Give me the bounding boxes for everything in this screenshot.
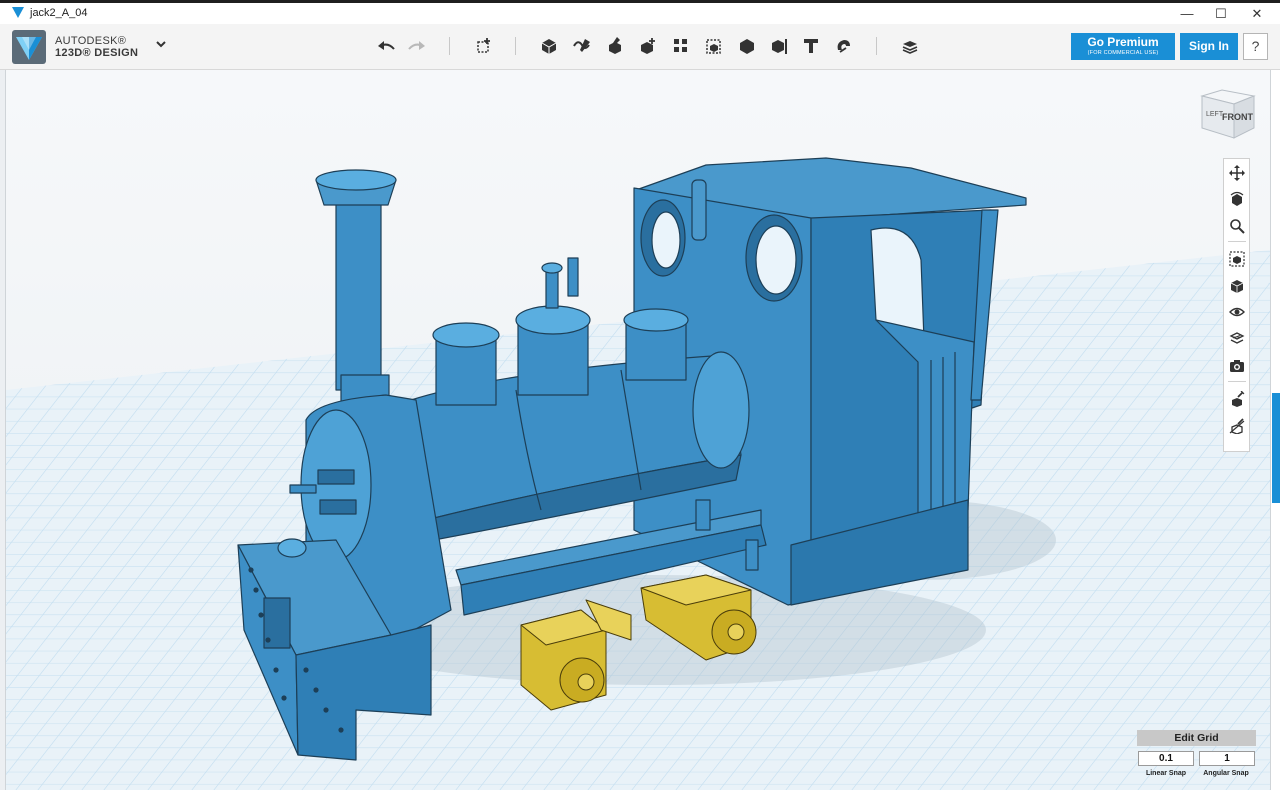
edit-grid-button[interactable]: Edit Grid <box>1137 730 1256 746</box>
modify-button[interactable] <box>635 33 661 59</box>
text-icon <box>804 39 818 53</box>
app-logo-icon <box>12 7 24 18</box>
go-premium-label: Go Premium <box>1087 35 1159 49</box>
snap-icon <box>837 40 850 53</box>
chevron-down-icon[interactable] <box>155 38 167 50</box>
frame-post <box>695 499 711 531</box>
eye-icon <box>1229 307 1245 317</box>
redo-button[interactable] <box>404 33 430 59</box>
maximize-button[interactable]: ☐ <box>1206 5 1236 23</box>
window-title: jack2_A_04 <box>30 7 88 19</box>
viewcube-front-label: FRONT <box>1222 112 1253 122</box>
sketch-button[interactable] <box>569 33 595 59</box>
close-button[interactable]: ✕ <box>1242 5 1272 23</box>
cab-window-left-glass <box>651 211 681 269</box>
cab-window-right-glass <box>755 225 797 295</box>
measure-button[interactable] <box>767 33 793 59</box>
zoom-button[interactable] <box>1227 216 1247 236</box>
orbit-icon <box>1230 191 1244 206</box>
door-hinge-upper <box>317 469 355 485</box>
fit-icon <box>1229 251 1245 267</box>
brand-line2: 123D® DESIGN <box>55 47 139 59</box>
text-button[interactable] <box>798 33 824 59</box>
screenshot-button[interactable] <box>1227 356 1247 376</box>
sign-in-button[interactable]: Sign In <box>1180 33 1238 60</box>
cab-handle <box>691 179 707 241</box>
construct-icon <box>609 37 621 54</box>
material-view-icon <box>1229 332 1245 344</box>
linear-snap-label: Linear Snap <box>1145 770 1187 777</box>
app-menu-logo-icon[interactable] <box>12 30 46 64</box>
wand-off-icon <box>1229 418 1245 434</box>
whistle <box>567 257 579 297</box>
main-toolbar: AUTODESK® 123D® DESIGN Go Premium (FOR C… <box>0 24 1280 70</box>
pattern-button[interactable] <box>668 33 694 59</box>
visibility-button[interactable] <box>1227 302 1247 322</box>
scene-canvas <box>6 70 1270 790</box>
views-icon <box>1230 280 1244 293</box>
angular-snap-field[interactable]: 1 <box>1199 751 1255 766</box>
grouping-icon <box>706 39 721 54</box>
primitives-button[interactable] <box>536 33 562 59</box>
door-handle <box>289 484 317 494</box>
dome-middle-top <box>515 305 591 335</box>
grid-settings: Edit Grid 0.1 1 Linear Snap Angular Snap <box>1137 730 1256 782</box>
undo-button[interactable] <box>373 33 399 59</box>
wand-icon <box>1232 391 1245 407</box>
material-button[interactable] <box>897 33 923 59</box>
redo-icon <box>408 41 425 50</box>
material-view-button[interactable] <box>1227 329 1247 349</box>
navigation-bar <box>1223 158 1250 452</box>
modify-icon <box>641 38 655 54</box>
highlight-button[interactable] <box>1227 389 1247 409</box>
pattern-icon <box>674 39 687 52</box>
snap-button[interactable] <box>831 33 857 59</box>
angular-snap-label: Angular Snap <box>1203 770 1249 777</box>
grouping-button[interactable] <box>701 33 727 59</box>
measure-icon <box>772 39 787 54</box>
frame-leg <box>745 539 759 571</box>
help-button[interactable]: ? <box>1243 33 1268 60</box>
combine-button[interactable] <box>734 33 760 59</box>
safety-valve-top <box>541 262 563 274</box>
buffer-cap <box>277 538 307 558</box>
chimney-top <box>315 169 397 191</box>
magnifier-icon <box>1230 219 1245 234</box>
minimize-button[interactable]: — <box>1172 5 1202 23</box>
3d-viewport[interactable]: LEFT FRONT <box>6 70 1270 790</box>
side-panel-tab[interactable] <box>1272 393 1280 503</box>
right-panel-edge <box>1270 70 1280 797</box>
undo-icon <box>378 41 395 50</box>
camera-icon <box>1230 360 1244 372</box>
primitives-icon <box>541 39 557 54</box>
chimney-stack <box>335 199 382 391</box>
views-button[interactable] <box>1227 276 1247 296</box>
transform-button[interactable] <box>471 33 497 59</box>
dome-front-top <box>623 308 689 332</box>
fit-button[interactable] <box>1227 249 1247 269</box>
sketch-icon <box>573 39 590 52</box>
hide-button[interactable] <box>1227 416 1247 436</box>
construct-button[interactable] <box>602 33 628 59</box>
boiler-smokebox-end <box>692 351 750 469</box>
pan-icon <box>1229 165 1245 181</box>
door-hinge-lower <box>319 499 357 515</box>
bottom-edge <box>0 790 1280 797</box>
transform-icon <box>477 38 490 53</box>
toolbar-separator <box>876 37 877 55</box>
pan-button[interactable] <box>1227 163 1247 183</box>
material-icon <box>902 41 918 54</box>
window-titlebar: jack2_A_04 — ☐ ✕ <box>0 0 1280 24</box>
dome-rear-top <box>432 322 500 348</box>
brand-line1: AUTODESK® <box>55 35 127 47</box>
go-premium-button[interactable]: Go Premium (FOR COMMERCIAL USE) <box>1071 33 1175 60</box>
view-cube[interactable]: LEFT FRONT <box>1196 86 1258 142</box>
safety-valve <box>545 267 559 309</box>
linear-snap-field[interactable]: 0.1 <box>1138 751 1194 766</box>
orbit-button[interactable] <box>1227 189 1247 209</box>
toolbar-separator <box>449 37 450 55</box>
combine-icon <box>740 39 754 54</box>
go-premium-sublabel: (FOR COMMERCIAL USE) <box>1087 50 1159 56</box>
toolbar-separator <box>515 37 516 55</box>
